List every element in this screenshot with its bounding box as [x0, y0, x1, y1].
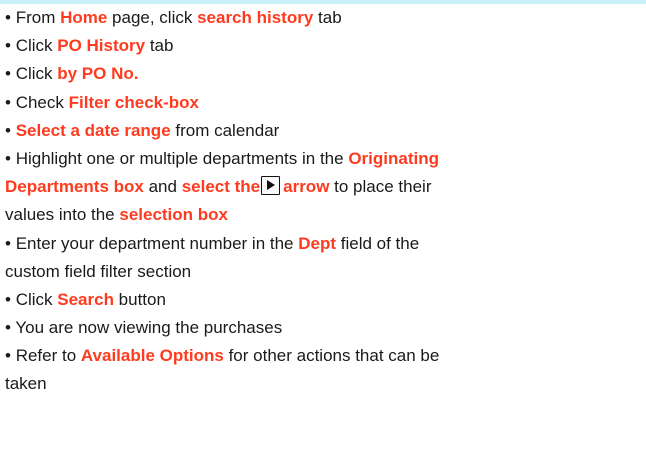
instruction-line: taken [5, 370, 646, 398]
instruction-text: Check [15, 92, 69, 112]
instruction-text: taken [5, 374, 47, 394]
instruction-step: • Refer to Available Options for other a… [5, 342, 646, 398]
bullet: • [5, 148, 16, 168]
instruction-text: Click [15, 36, 58, 56]
instruction-list: • From Home page, click search history t… [0, 4, 646, 399]
bullet: • [5, 289, 16, 309]
instruction-line: values into the selection box [5, 201, 646, 229]
instruction-step: • From Home page, click search history t… [5, 4, 646, 32]
instruction-text: from calendar [170, 120, 280, 140]
instruction-step: • Click by PO No. [5, 60, 646, 88]
instruction-line: Departments box and select the arrow to p… [5, 173, 646, 201]
bullet: • [5, 92, 16, 112]
instruction-step: • Enter your department number in the De… [5, 230, 646, 286]
instruction-line: • Click PO History tab [5, 32, 646, 60]
instruction-step: • Click PO History tab [5, 32, 646, 60]
instruction-step: • Highlight one or multiple departments … [5, 145, 646, 230]
instruction-text: field of the [336, 233, 420, 253]
instruction-text: page, click [107, 8, 198, 27]
highlight-term: Departments box [5, 177, 144, 197]
instruction-text: Enter your department number in the [15, 233, 299, 253]
bullet: • [5, 8, 16, 27]
instruction-line: • Check Filter check-box [5, 89, 646, 117]
bullet: • [5, 318, 16, 338]
bullet: • [5, 120, 16, 140]
instruction-line: • Refer to Available Options for other a… [5, 342, 646, 370]
instruction-line: • Click Search button [5, 286, 646, 314]
highlight-term: Dept [298, 233, 337, 253]
instruction-text: custom field filter section [5, 261, 192, 281]
instruction-text: tab [313, 8, 342, 27]
instruction-text: Refer to [15, 346, 81, 366]
instruction-step: • Click Search button [5, 286, 646, 314]
highlight-term: Available Options [80, 346, 224, 366]
highlight-term: Search [57, 289, 114, 309]
highlight-term: selection box [119, 205, 228, 225]
instruction-text: and [143, 177, 182, 197]
bullet: • [5, 233, 16, 253]
highlight-term: PO History [57, 36, 146, 56]
instruction-step: • Select a date range from calendar [5, 117, 646, 145]
highlight-term: Select a date range [15, 120, 171, 140]
bullet: • [5, 346, 16, 366]
bullet: • [5, 36, 16, 56]
instruction-step: • Check Filter check-box [5, 89, 646, 117]
instruction-line: • From Home page, click search history t… [5, 4, 646, 32]
highlight-term: select the [181, 177, 261, 197]
highlight-term: Originating [348, 148, 439, 168]
highlight-term: arrow [283, 177, 330, 197]
highlight-term: by PO No. [57, 64, 139, 84]
instruction-step: • You are now viewing the purchases [5, 314, 646, 342]
instruction-line: • Select a date range from calendar [5, 117, 646, 145]
instruction-line: • Click by PO No. [5, 60, 646, 88]
instruction-text: Click [15, 289, 58, 309]
instruction-text: Click [15, 64, 58, 84]
instruction-text: for other actions that can be [223, 346, 440, 366]
instruction-line: • You are now viewing the purchases [5, 314, 646, 342]
right-arrow-icon [261, 176, 281, 196]
instruction-text: From [15, 8, 61, 27]
highlight-term: search history [197, 8, 314, 27]
instruction-line: • Enter your department number in the De… [5, 230, 646, 258]
highlight-term: Home [60, 8, 108, 27]
highlight-term: Filter check-box [68, 92, 199, 112]
instruction-text: You are now viewing the purchases [15, 318, 283, 338]
instruction-text: values into the [5, 205, 120, 225]
instruction-line: • Highlight one or multiple departments … [5, 145, 646, 173]
instruction-line: custom field filter section [5, 258, 646, 286]
instruction-text: button [113, 289, 166, 309]
bullet: • [5, 64, 16, 84]
instruction-text: to place their [329, 177, 432, 197]
instruction-text: Highlight one or multiple departments in… [15, 148, 349, 168]
instruction-text: tab [145, 36, 174, 56]
